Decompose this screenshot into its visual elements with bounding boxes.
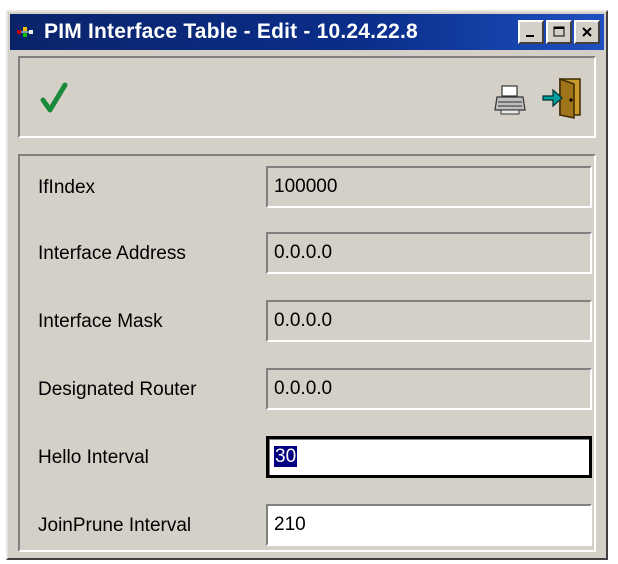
printer-icon [494,85,526,115]
form-row-interface-address: Interface Address [20,232,594,276]
designated-router-label: Designated Router [38,379,197,400]
title-bar[interactable]: PIM Interface Table - Edit - 10.24.22.8 [10,14,604,50]
maximize-button[interactable] [546,20,572,44]
interface-mask-field [266,300,592,342]
ifindex-label: IfIndex [38,177,96,198]
interface-address-label: Interface Address [38,243,186,264]
print-button[interactable] [490,80,530,120]
window-controls [516,20,600,44]
interface-mask-label: Interface Mask [38,311,163,332]
form-row-hello-interval: Hello Interval 30 [20,436,594,480]
toolbar [18,56,596,138]
maximize-icon [553,26,565,37]
pim-app-icon[interactable] [10,14,44,50]
interface-address-field [266,232,592,274]
form-row-designated-router: Designated Router [20,368,594,412]
pim-interface-edit-window: PIM Interface Table - Edit - 10.24.22.8 [6,10,608,560]
checkmark-icon [40,82,68,113]
hello-interval-value: 30 [274,446,298,467]
joinprune-interval-field[interactable] [266,504,592,546]
form-row-joinprune-interval: JoinPrune Interval [20,504,594,548]
exit-button[interactable] [538,74,586,122]
ifindex-field [266,166,592,208]
minimize-icon [526,35,534,37]
hello-interval-field[interactable]: 30 [266,436,592,478]
designated-router-field [266,368,592,410]
ok-button[interactable] [32,76,76,120]
hello-interval-label: Hello Interval [38,447,149,468]
close-button[interactable] [574,20,600,44]
exit-door-icon [542,77,581,119]
joinprune-interval-label: JoinPrune Interval [38,515,192,536]
form-row-ifindex: IfIndex [20,166,594,210]
minimize-button[interactable] [518,20,544,44]
close-icon [582,27,592,37]
form-row-interface-mask: Interface Mask [20,300,594,344]
window-title: PIM Interface Table - Edit - 10.24.22.8 [44,20,418,43]
form-panel: IfIndex Interface Address Interface Mask… [18,154,596,552]
